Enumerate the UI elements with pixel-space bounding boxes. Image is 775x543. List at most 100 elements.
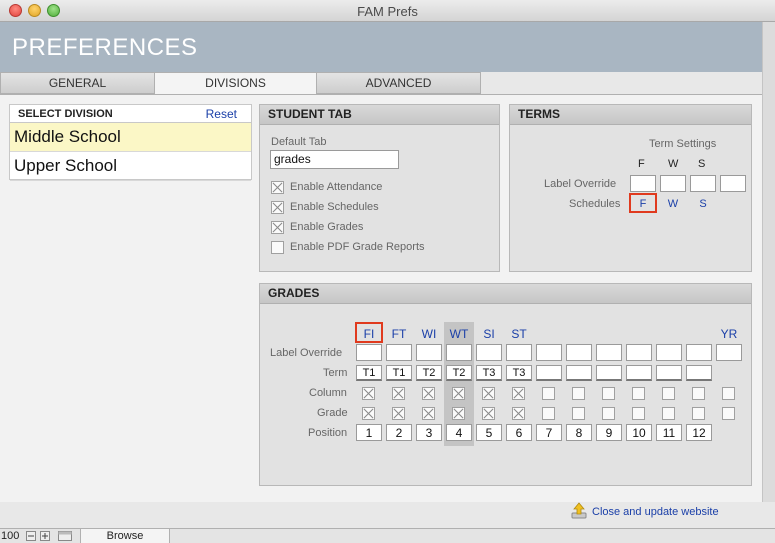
grade-override-input[interactable]: [716, 344, 742, 361]
grade-column-checkbox[interactable]: [572, 387, 585, 400]
grade-position-field[interactable]: 2: [386, 424, 412, 441]
grade-column-checkbox[interactable]: [602, 387, 615, 400]
division-item-upper-school[interactable]: Upper School: [10, 152, 251, 181]
grade-column-header[interactable]: WI: [416, 327, 442, 341]
grade-term-field[interactable]: [626, 365, 652, 381]
grade-column-checkbox[interactable]: [722, 387, 735, 400]
grade-column-header[interactable]: FT: [386, 327, 412, 341]
schedule-link-f[interactable]: F: [630, 198, 656, 210]
schedule-link-s[interactable]: S: [690, 198, 716, 210]
grade-column-checkbox[interactable]: [632, 387, 645, 400]
term-override-input[interactable]: [720, 175, 746, 192]
layout-icon[interactable]: [58, 531, 72, 541]
grade-position-field[interactable]: 7: [536, 424, 562, 441]
grade-grade-checkbox[interactable]: [362, 407, 375, 420]
grade-override-input[interactable]: [566, 344, 592, 361]
grade-term-field[interactable]: T3: [506, 365, 532, 381]
grade-position-field[interactable]: 9: [596, 424, 622, 441]
grade-position-field[interactable]: 11: [656, 424, 682, 441]
close-and-update-link[interactable]: Close and update website: [592, 506, 719, 518]
grade-term-field[interactable]: [536, 365, 562, 381]
grade-grade-checkbox[interactable]: [452, 407, 465, 420]
grade-column-checkbox[interactable]: [452, 387, 465, 400]
grade-term-field[interactable]: [566, 365, 592, 381]
grade-position-field[interactable]: 12: [686, 424, 712, 441]
grade-grade-checkbox[interactable]: [542, 407, 555, 420]
grade-override-input[interactable]: [356, 344, 382, 361]
grade-term-field[interactable]: [656, 365, 682, 381]
enable-schedules-checkbox[interactable]: [271, 201, 284, 214]
grade-column-checkbox[interactable]: [542, 387, 555, 400]
grade-position-field[interactable]: 3: [416, 424, 442, 441]
term-header-w: W: [668, 158, 679, 170]
grade-override-input[interactable]: [476, 344, 502, 361]
term-settings-label: Term Settings: [649, 138, 717, 150]
grade-term-field[interactable]: [686, 365, 712, 381]
tab-divisions[interactable]: DIVISIONS: [154, 72, 317, 95]
zoom-out-icon[interactable]: [26, 531, 36, 541]
term-override-input[interactable]: [660, 175, 686, 192]
grade-override-input[interactable]: [536, 344, 562, 361]
grade-override-input[interactable]: [506, 344, 532, 361]
grade-grade-checkbox[interactable]: [392, 407, 405, 420]
grade-term-field[interactable]: T1: [386, 365, 412, 381]
grade-override-input[interactable]: [446, 344, 472, 361]
grade-override-input[interactable]: [596, 344, 622, 361]
grade-override-input[interactable]: [386, 344, 412, 361]
mode-indicator[interactable]: Browse: [80, 529, 170, 543]
grade-column-checkbox[interactable]: [662, 387, 675, 400]
grade-position-field[interactable]: 4: [446, 424, 472, 441]
grade-override-input[interactable]: [686, 344, 712, 361]
division-list-title: SELECT DIVISION: [18, 108, 113, 120]
term-override-input[interactable]: [690, 175, 716, 192]
grade-override-input[interactable]: [626, 344, 652, 361]
grade-column-header[interactable]: SI: [476, 327, 502, 341]
grade-grade-checkbox[interactable]: [722, 407, 735, 420]
grade-column-checkbox[interactable]: [512, 387, 525, 400]
term-override-input[interactable]: [630, 175, 656, 192]
grade-term-field[interactable]: [596, 365, 622, 381]
grade-term-field[interactable]: T1: [356, 365, 382, 381]
upload-icon[interactable]: [571, 502, 587, 520]
division-item-middle-school[interactable]: Middle School: [10, 123, 251, 152]
enable-pdf-grade-reports-checkbox[interactable]: [271, 241, 284, 254]
window-title: FAM Prefs: [357, 4, 418, 19]
enable-grades-checkbox[interactable]: [271, 221, 284, 234]
grade-grade-checkbox[interactable]: [602, 407, 615, 420]
grade-grade-checkbox[interactable]: [512, 407, 525, 420]
schedule-link-w[interactable]: W: [660, 198, 686, 210]
grade-column-checkbox[interactable]: [482, 387, 495, 400]
grade-column-checkbox[interactable]: [422, 387, 435, 400]
grade-grade-checkbox[interactable]: [422, 407, 435, 420]
tab-general[interactable]: GENERAL: [0, 72, 155, 94]
grade-grade-checkbox[interactable]: [692, 407, 705, 420]
reset-link[interactable]: Reset: [206, 107, 237, 121]
grade-position-field[interactable]: 8: [566, 424, 592, 441]
grade-column-header[interactable]: ST: [506, 327, 532, 341]
grade-override-input[interactable]: [656, 344, 682, 361]
grade-column-checkbox[interactable]: [362, 387, 375, 400]
grade-grade-checkbox[interactable]: [482, 407, 495, 420]
grade-column-checkbox[interactable]: [692, 387, 705, 400]
enable-attendance-checkbox[interactable]: [271, 181, 284, 194]
zoom-level[interactable]: 100: [1, 530, 19, 542]
grade-grade-checkbox[interactable]: [662, 407, 675, 420]
grade-column-header[interactable]: WT: [446, 327, 472, 341]
grade-position-field[interactable]: 6: [506, 424, 532, 441]
grade-term-field[interactable]: T2: [416, 365, 442, 381]
zoom-in-icon[interactable]: [40, 531, 50, 541]
grade-column-header[interactable]: YR: [716, 327, 742, 341]
grade-column-checkbox[interactable]: [392, 387, 405, 400]
grade-position-field[interactable]: 5: [476, 424, 502, 441]
grade-position-field[interactable]: 1: [356, 424, 382, 441]
grade-grade-checkbox[interactable]: [572, 407, 585, 420]
grade-override-input[interactable]: [416, 344, 442, 361]
grade-grade-checkbox[interactable]: [632, 407, 645, 420]
tab-advanced[interactable]: ADVANCED: [316, 72, 481, 94]
grade-position-field[interactable]: 10: [626, 424, 652, 441]
grade-term-field[interactable]: T3: [476, 365, 502, 381]
scrollbar[interactable]: [762, 22, 775, 502]
default-tab-field[interactable]: grades: [270, 150, 399, 169]
grade-term-field[interactable]: T2: [446, 365, 472, 381]
terms-label-override-label: Label Override: [544, 178, 617, 190]
